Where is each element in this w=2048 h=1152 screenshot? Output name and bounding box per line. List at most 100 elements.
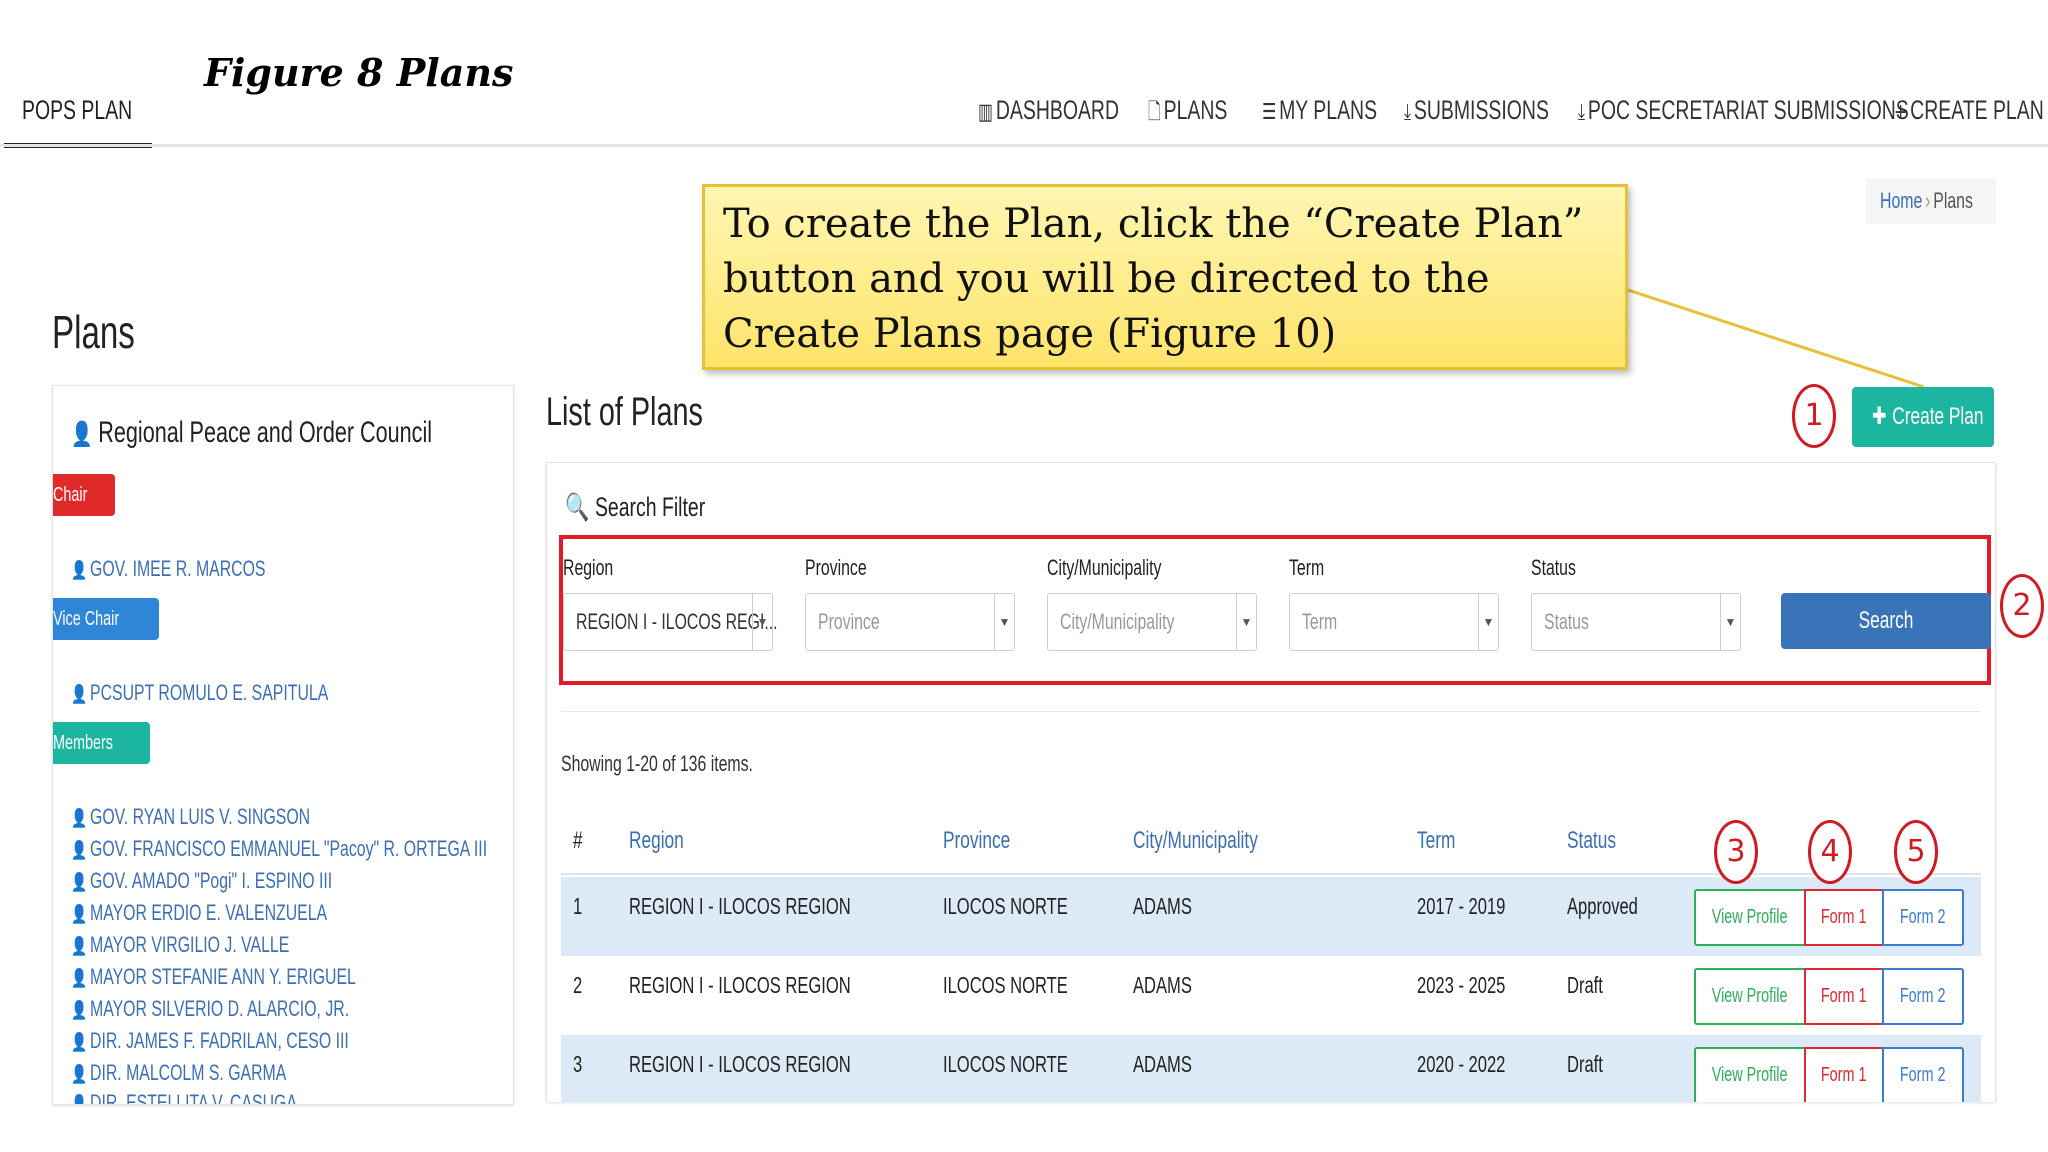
term-select[interactable]: Term ▼ [1289, 593, 1499, 651]
create-plan-label: Create Plan [1892, 403, 1984, 430]
member-name[interactable]: 👤 DIR. ESTELLITA V. CASUGA [71, 1090, 385, 1104]
plans-panel: 🔍 Search Filter Region REGION I - ILOCOS … [546, 462, 1996, 1102]
view-profile-button[interactable]: View Profile [1694, 968, 1806, 1025]
member-name[interactable]: 👤 MAYOR STEFANIE ANN Y. ERIGUEL [71, 964, 467, 990]
row-actions: View Profile Form 1 Form 2 [1694, 968, 1964, 1025]
user-icon: 👤 [71, 872, 88, 893]
list-icon: ☰ [1262, 100, 1277, 125]
column-header-city[interactable]: City/Municipality [1133, 827, 1306, 855]
row-number: 1 [573, 893, 583, 919]
city-select[interactable]: City/Municipality ▼ [1047, 593, 1257, 651]
chair-name[interactable]: 👤 GOV. IMEE R. MARCOS [71, 556, 341, 582]
region-select[interactable]: REGION I - ILOCOS REGI... ▼ [563, 593, 778, 651]
breadcrumb: Home › Plans [1866, 178, 1996, 224]
province-select[interactable]: Province ▼ [805, 593, 1015, 651]
member-name[interactable]: 👤 MAYOR ERDIO E. VALENZUELA [71, 900, 427, 926]
member-name[interactable]: 👤 DIR. JAMES F. FADRILAN, CESO III [71, 1028, 457, 1054]
user-icon: 👤 [71, 684, 88, 705]
member-name[interactable]: 👤 DIR. MALCOLM S. GARMA [71, 1060, 370, 1086]
view-profile-button[interactable]: View Profile [1694, 889, 1806, 946]
member-name[interactable]: 👤 GOV. AMADO "Pogi" I. ESPINO III [71, 868, 434, 894]
plus-icon: ✚ [1872, 403, 1887, 430]
view-profile-button[interactable]: View Profile [1694, 1047, 1806, 1102]
row-province: ILOCOS NORTE [943, 972, 1068, 998]
row-region: REGION I - ILOCOS REGION [629, 893, 851, 919]
row-number: 2 [573, 972, 583, 998]
results-summary: Showing 1-20 of 136 items. [561, 751, 753, 776]
chair-ribbon: Chair [53, 474, 115, 516]
brand-label: POPS PLAN [22, 95, 133, 125]
member-name[interactable]: 👤 MAYOR VIRGILIO J. VALLE [71, 932, 374, 958]
search-icon: 🔍 [565, 492, 590, 523]
nav-create-plan[interactable]: + CREATE PLAN [1894, 90, 2048, 130]
user-icon: 👤 [71, 1032, 88, 1053]
row-status: Draft [1567, 1051, 1603, 1077]
row-province: ILOCOS NORTE [943, 1051, 1068, 1077]
vice-chair-name[interactable]: 👤 PCSUPT ROMULO E. SAPITULA [71, 680, 428, 706]
breadcrumb-separator: › [1925, 188, 1931, 213]
column-header-region[interactable]: Region [629, 827, 705, 855]
region-label: Region [563, 555, 614, 580]
list-of-plans-title: List of Plans [546, 390, 703, 434]
column-header-status[interactable]: Status [1567, 827, 1635, 855]
nav-dashboard-label: DASHBOARD [995, 95, 1119, 125]
user-icon: 👤 [71, 840, 88, 861]
search-filter-form: Region REGION I - ILOCOS REGI... ▼ Provin… [559, 535, 1991, 685]
council-title: 👤 Regional Peace and Order Council [71, 416, 513, 450]
row-term: 2017 - 2019 [1417, 893, 1506, 919]
nav-dashboard[interactable]: ▥ DASHBOARD [978, 90, 1174, 130]
user-icon: 👤 [71, 1064, 88, 1085]
chevron-down-icon: ▼ [752, 594, 772, 650]
column-header-number: # [573, 827, 583, 854]
bar-chart-icon: ▥ [978, 100, 993, 125]
form2-button[interactable]: Form 2 [1882, 889, 1964, 946]
form2-button[interactable]: Form 2 [1882, 968, 1964, 1025]
user-icon: 👤 [71, 560, 88, 581]
row-term: 2023 - 2025 [1417, 972, 1506, 998]
member-name[interactable]: 👤 GOV. FRANCISCO EMMANUEL "Pacoy" R. ORTE… [71, 836, 513, 862]
navbar-divider [0, 144, 2048, 147]
council-title-text: Regional Peace and Order Council [98, 416, 433, 449]
download-icon: ⤓ [1404, 100, 1412, 125]
chevron-down-icon: ▼ [1236, 594, 1256, 650]
annotation-marker-1: 1 [1792, 384, 1836, 448]
chevron-down-icon: ▼ [1720, 594, 1740, 650]
row-number: 3 [573, 1051, 583, 1077]
row-city: ADAMS [1133, 1051, 1192, 1077]
province-label: Province [805, 555, 867, 580]
nav-create-plan-label: CREATE PLAN [1910, 95, 2044, 125]
council-panel: 👤 Regional Peace and Order Council Chair … [52, 385, 514, 1105]
nav-submissions-label: SUBMISSIONS [1413, 95, 1549, 125]
top-navbar: POPS PLAN ▥ DASHBOARD 🗋 PLANS ☰ MY PLANS ⤓ S… [0, 90, 2048, 148]
file-icon: 🗋 [1148, 100, 1161, 125]
brand[interactable]: POPS PLAN [4, 90, 175, 148]
row-status: Approved [1567, 893, 1638, 919]
create-plan-button[interactable]: ✚ Create Plan [1852, 387, 1994, 447]
form1-button[interactable]: Form 1 [1804, 889, 1884, 946]
nav-poc-label: POC SECRETARIAT SUBMISSIONS [1587, 95, 1909, 125]
form1-button[interactable]: Form 1 [1804, 968, 1884, 1025]
nav-plans[interactable]: 🗋 PLANS [1148, 90, 1258, 130]
nav-plans-label: PLANS [1163, 95, 1228, 125]
table-row: 1 REGION I - ILOCOS REGION ILOCOS NORTE … [561, 877, 1981, 956]
row-actions: View Profile Form 1 Form 2 [1694, 889, 1964, 946]
nav-submissions[interactable]: ⤓ SUBMISSIONS [1404, 90, 1605, 130]
annotation-marker-4: 4 [1808, 820, 1852, 884]
form2-button[interactable]: Form 2 [1882, 1047, 1964, 1102]
status-select[interactable]: Status ▼ [1531, 593, 1741, 651]
search-button[interactable]: Search [1781, 593, 1991, 649]
member-name[interactable]: 👤 GOV. RYAN LUIS V. SINGSON [71, 804, 403, 830]
table-row: 3 REGION I - ILOCOS REGION ILOCOS NORTE … [561, 1035, 1981, 1102]
search-filter-title: 🔍 Search Filter [565, 492, 706, 523]
vice-chair-ribbon: Vice Chair [53, 598, 159, 640]
breadcrumb-current: Plans [1933, 188, 1973, 213]
form1-button[interactable]: Form 1 [1804, 1047, 1884, 1102]
user-icon: 👤 [71, 968, 88, 989]
breadcrumb-home[interactable]: Home [1880, 188, 1922, 213]
divider [561, 711, 1981, 712]
row-region: REGION I - ILOCOS REGION [629, 1051, 851, 1077]
nav-my-plans[interactable]: ☰ MY PLANS [1262, 90, 1422, 130]
member-name[interactable]: 👤 MAYOR SILVERIO D. ALARCIO, JR. [71, 996, 457, 1022]
column-header-province[interactable]: Province [943, 827, 1036, 855]
column-header-term[interactable]: Term [1417, 827, 1470, 855]
